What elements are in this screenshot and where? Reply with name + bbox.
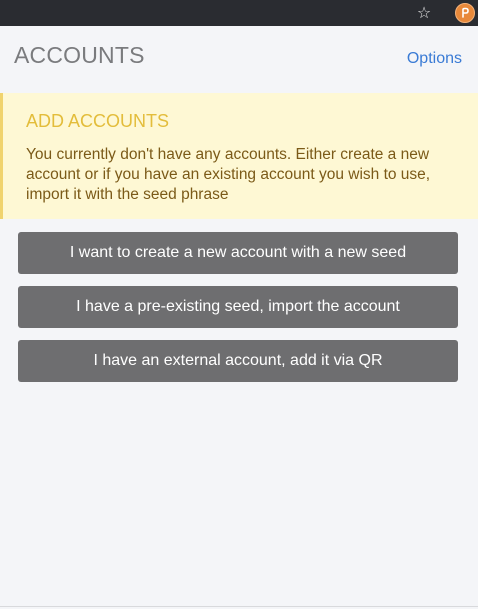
alert-message: You currently don't have any accounts. E… [26,146,431,203]
add-accounts-alert: ADD ACCOUNTS You currently don't have an… [0,93,478,219]
bottom-divider [0,606,478,607]
options-link[interactable]: Options [407,50,462,68]
browser-toolbar: ☆ [0,0,478,26]
page-title: ACCOUNTS [14,42,145,68]
star-icon[interactable]: ☆ [414,3,434,23]
import-seed-button[interactable]: I have a pre-existing seed, import the a… [18,286,458,328]
alert-title: ADD ACCOUNTS [26,111,170,131]
page-header: ACCOUNTS Options [0,26,478,92]
polkadot-extension-icon[interactable] [455,3,475,23]
add-external-qr-button[interactable]: I have an external account, add it via Q… [18,340,458,382]
create-account-button[interactable]: I want to create a new account with a ne… [18,232,458,274]
